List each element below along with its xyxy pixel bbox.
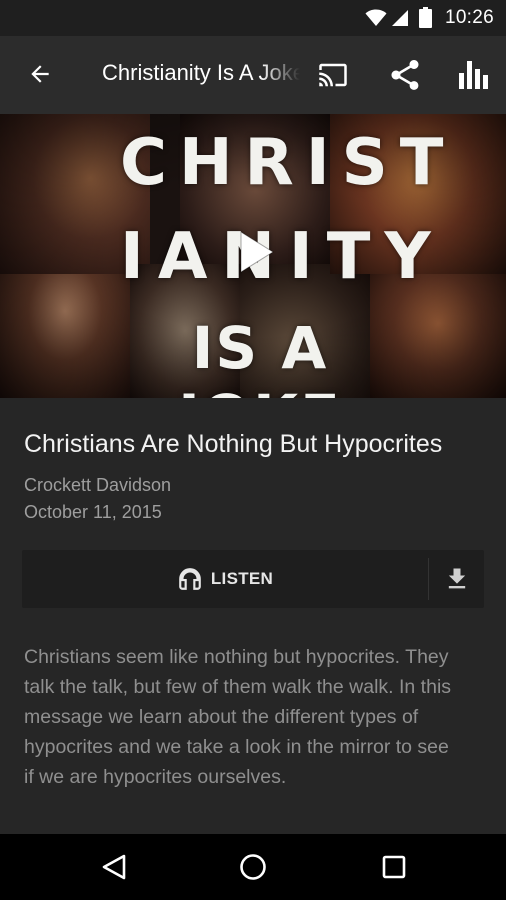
- download-button[interactable]: [429, 550, 484, 608]
- media-action-bar: LISTEN: [22, 550, 484, 608]
- download-icon: [448, 568, 465, 589]
- cast-icon[interactable]: [313, 56, 353, 94]
- artwork-text-line-1: CHRIST: [120, 126, 456, 200]
- cellular-signal-icon: [392, 10, 408, 26]
- status-clock: 10:26: [444, 7, 494, 28]
- nav-back-icon[interactable]: [97, 850, 131, 884]
- listen-label: LISTEN: [210, 569, 274, 588]
- app-bar: Christianity Is A Joke: [0, 36, 506, 114]
- back-arrow-icon[interactable]: [22, 56, 58, 92]
- listen-button[interactable]: LISTEN: [22, 550, 428, 608]
- wifi-icon: [365, 9, 387, 26]
- play-icon[interactable]: [221, 220, 285, 284]
- status-bar: 10:26: [0, 0, 506, 36]
- sermon-description: Christians seem like nothing but hypocri…: [24, 646, 452, 788]
- headphones-icon: [179, 568, 201, 590]
- nav-home-icon[interactable]: [236, 850, 270, 884]
- battery-icon: [419, 7, 432, 28]
- system-navigation-bar: [0, 834, 506, 900]
- sermon-date: October 11, 2015: [24, 502, 162, 522]
- share-icon[interactable]: [384, 54, 426, 96]
- app-bar-title: Christianity Is A Joke: [102, 60, 300, 85]
- sermon-artwork[interactable]: CHRIST IANITY IS A JOKE: [0, 114, 506, 398]
- sermon-title: Christians Are Nothing But Hypocrites: [24, 430, 443, 458]
- nav-recents-icon[interactable]: [377, 850, 411, 884]
- equalizer-icon[interactable]: [455, 56, 493, 94]
- sermon-speaker: Crockett Davidson: [24, 475, 172, 495]
- sermon-details: Christians Are Nothing But Hypocrites Cr…: [0, 398, 506, 834]
- artwork-text-line-3: IS A JOKE: [178, 314, 339, 398]
